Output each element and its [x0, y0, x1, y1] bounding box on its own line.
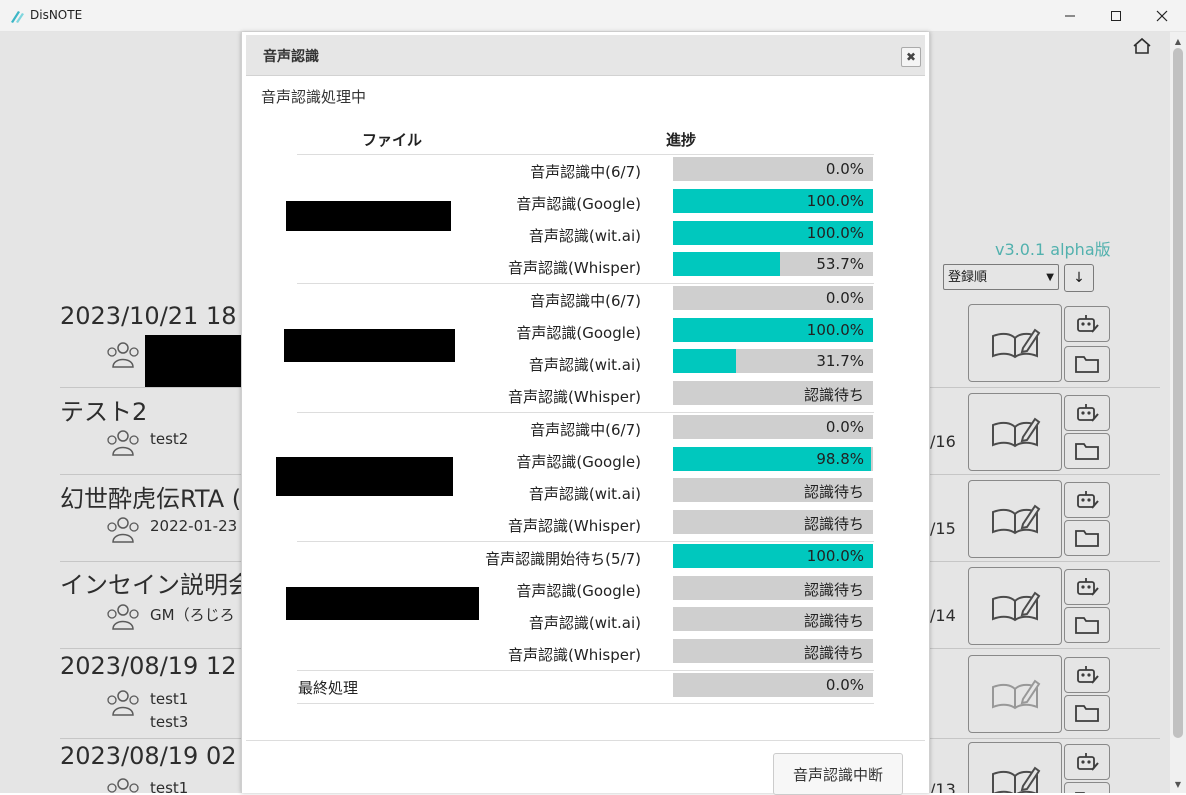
progress-text: 認識待ち — [803, 612, 864, 630]
redacted-filename — [284, 329, 455, 362]
progress-text: 100.0% — [806, 321, 864, 339]
column-header-file: ファイル — [362, 131, 423, 149]
row-label: 音声認識(Whisper) — [508, 517, 641, 535]
progress-text: 98.8% — [816, 450, 864, 468]
dialog-close-button[interactable]: ✖ — [901, 47, 921, 67]
row-label: 音声認識(Whisper) — [508, 388, 641, 406]
progress-text: 100.0% — [806, 547, 864, 565]
progress-bar: 100.0% — [673, 221, 873, 245]
progress-text: 認識待ち — [803, 581, 864, 599]
progress-bar: 100.0% — [673, 189, 873, 213]
progress-bar: 認識待ち — [673, 639, 873, 663]
dialog-status: 音声認識処理中 — [261, 88, 367, 106]
minimize-icon — [1065, 15, 1075, 16]
close-icon — [1156, 10, 1168, 21]
dialog-header: 音声認識 ✖ — [246, 35, 925, 76]
minimize-button[interactable] — [1047, 0, 1093, 31]
row-label: 音声認識(Whisper) — [508, 259, 641, 277]
scrollbar[interactable]: ▲ ▼ — [1170, 32, 1186, 793]
progress-bar: 0.0% — [673, 415, 873, 439]
progress-fill — [673, 349, 737, 373]
progress-text: 0.0% — [825, 289, 864, 307]
table-bottom-divider — [297, 703, 874, 704]
dialog-title: 音声認識 — [263, 49, 319, 65]
redacted-filename — [286, 201, 451, 231]
progress-text: 認識待ち — [803, 644, 864, 662]
progress-text: 0.0% — [825, 160, 864, 178]
final-process-label: 最終処理 — [298, 679, 359, 697]
progress-text: 認識待ち — [803, 515, 864, 533]
row-label: 音声認識(Google) — [516, 453, 641, 471]
progress-bar: 認識待ち — [673, 576, 873, 600]
row-label: 音声認識中(6/7) — [530, 292, 641, 310]
group-divider — [297, 541, 874, 542]
redacted-filename — [286, 587, 479, 620]
row-label: 音声認識開始待ち(5/7) — [485, 550, 641, 568]
redacted-filename — [276, 457, 453, 496]
progress-bar: 認識待ち — [673, 381, 873, 405]
progress-bar: 認識待ち — [673, 607, 873, 631]
row-label: 音声認識(wit.ai) — [528, 227, 641, 245]
progress-bar: 0.0% — [673, 157, 873, 181]
progress-text: 認識待ち — [803, 483, 864, 501]
scroll-thumb[interactable] — [1173, 48, 1183, 738]
progress-bar: 98.8% — [673, 447, 873, 471]
progress-text: 100.0% — [806, 224, 864, 242]
close-window-button[interactable] — [1139, 0, 1185, 31]
row-label: 音声認識(Google) — [516, 195, 641, 213]
scroll-up-icon[interactable]: ▲ — [1170, 34, 1186, 48]
column-header-progress: 進捗 — [666, 131, 697, 149]
row-label: 音声認識中(6/7) — [530, 421, 641, 439]
progress-bar: 53.7% — [673, 252, 873, 276]
progress-bar: 認識待ち — [673, 510, 873, 534]
scroll-down-icon[interactable]: ▼ — [1170, 777, 1186, 791]
maximize-icon — [1111, 10, 1121, 21]
progress-text: 31.7% — [816, 352, 864, 370]
row-label: 音声認識(wit.ai) — [528, 614, 641, 632]
speech-recognition-dialog: 音声認識 ✖ 音声認識処理中 ファイル 進捗 音声認識中(6/7) 0.0% 音… — [241, 32, 930, 795]
progress-bar: 0.0% — [673, 286, 873, 310]
progress-text: 53.7% — [816, 255, 864, 273]
progress-bar: 100.0% — [673, 544, 873, 568]
group-divider — [297, 670, 874, 671]
window-title: DisNOTE — [30, 8, 83, 22]
footer-divider — [246, 740, 925, 741]
row-label: 音声認識中(6/7) — [530, 163, 641, 181]
row-label: 音声認識(Google) — [516, 582, 641, 600]
title-bar: DisNOTE — [0, 0, 1186, 32]
progress-bar: 100.0% — [673, 318, 873, 342]
progress-text: 100.0% — [806, 192, 864, 210]
close-icon: ✖ — [905, 50, 917, 64]
progress-bar: 0.0% — [673, 673, 873, 697]
row-label: 音声認識(wit.ai) — [528, 485, 641, 503]
progress-text: 0.0% — [825, 418, 864, 436]
disnote-logo-icon — [11, 11, 24, 23]
table-header-divider — [297, 154, 874, 155]
progress-text: 0.0% — [825, 676, 864, 694]
group-divider — [297, 283, 874, 284]
progress-text: 認識待ち — [803, 386, 864, 404]
row-label: 音声認識(Google) — [516, 324, 641, 342]
group-divider — [297, 412, 874, 413]
row-label: 音声認識(Whisper) — [508, 646, 641, 664]
row-label: 音声認識(wit.ai) — [528, 356, 641, 374]
progress-bar: 認識待ち — [673, 478, 873, 502]
stop-recognition-button[interactable]: 音声認識中断 — [773, 753, 903, 795]
progress-bar: 31.7% — [673, 349, 873, 373]
maximize-button[interactable] — [1093, 0, 1139, 31]
progress-fill — [673, 252, 781, 276]
